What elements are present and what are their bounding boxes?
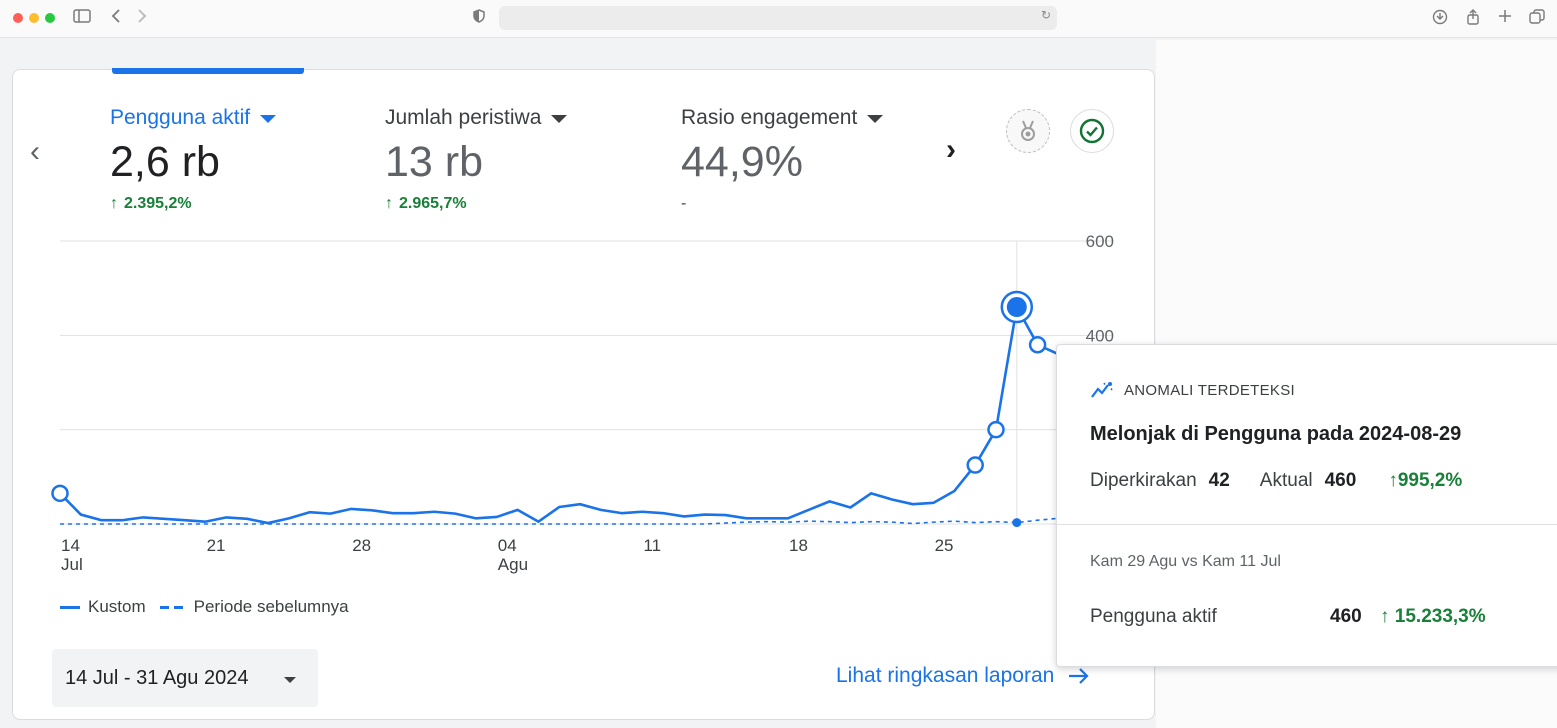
anomaly-title: Melonjak di Pengguna pada 2024-08-29: [1090, 423, 1462, 445]
anomaly-point: [987, 420, 1005, 439]
actual-value: 460: [1324, 470, 1357, 491]
legend-item-current: Kustom: [60, 597, 146, 617]
y-tick-label: 600: [1086, 232, 1114, 251]
expected-label: Diperkirakan: [1090, 470, 1197, 491]
anomaly-metric-label: Pengguna aktif: [1090, 606, 1217, 627]
anomaly-metric-value: 460: [1330, 606, 1362, 627]
current-period-line: [59, 305, 1059, 525]
comparison-label: Kam 29 Agu vs Kam 11 Jul: [1090, 553, 1281, 570]
x-tick-label: 28: [352, 536, 371, 555]
actual-label: Aktual: [1259, 470, 1313, 491]
anomaly-popover: ANOMALI TERDETEKSI Melonjak di Pengguna …: [1056, 344, 1557, 667]
view-report-label: Lihat ringkasan laporan: [836, 664, 1055, 687]
x-tick-month-label: Agu: [498, 555, 528, 574]
divider: [1057, 524, 1557, 525]
caret-down-icon: [284, 677, 296, 683]
anomaly-metric-change: ↑ 15.233,3%: [1380, 606, 1486, 627]
x-tick-label: 14: [61, 536, 80, 555]
anomaly-point: [966, 456, 984, 474]
anomaly-values: Diperkirakan 42 Aktual 460 ↑995,2%: [1090, 470, 1462, 492]
x-tick-label: 21: [207, 536, 226, 555]
anomaly-point: [51, 484, 69, 503]
anomaly-header: ANOMALI TERDETEKSI: [1124, 381, 1295, 399]
selected-point: [1006, 297, 1027, 318]
anomaly-point: [1028, 336, 1047, 354]
arrow-right-icon: [1069, 668, 1089, 684]
legend-label: Kustom: [88, 597, 146, 616]
anomaly-icon: [1091, 382, 1113, 398]
x-tick-label: 04: [498, 536, 517, 555]
previous-period-point: [1012, 518, 1022, 528]
x-tick-label: 18: [789, 536, 808, 555]
expected-value: 42: [1208, 470, 1230, 491]
legend-label: Periode sebelumnya: [193, 597, 349, 616]
anomaly-change: ↑995,2%: [1388, 470, 1463, 491]
x-tick-month-label: Jul: [61, 555, 83, 574]
chart-legend: Kustom Periode sebelumnya: [60, 597, 363, 617]
view-report-link[interactable]: Lihat ringkasan laporan: [836, 664, 1090, 688]
x-tick-label: 25: [935, 536, 954, 555]
x-tick-label: 11: [643, 536, 661, 555]
y-tick-label: 400: [1086, 326, 1114, 345]
date-range-label: 14 Jul - 31 Agu 2024: [65, 666, 249, 689]
legend-item-previous: Periode sebelumnya: [159, 597, 349, 617]
date-range-picker[interactable]: 14 Jul - 31 Agu 2024: [52, 649, 318, 707]
anomaly-metric-row: Pengguna aktif 460 ↑ 15.233,3%: [1090, 606, 1510, 628]
